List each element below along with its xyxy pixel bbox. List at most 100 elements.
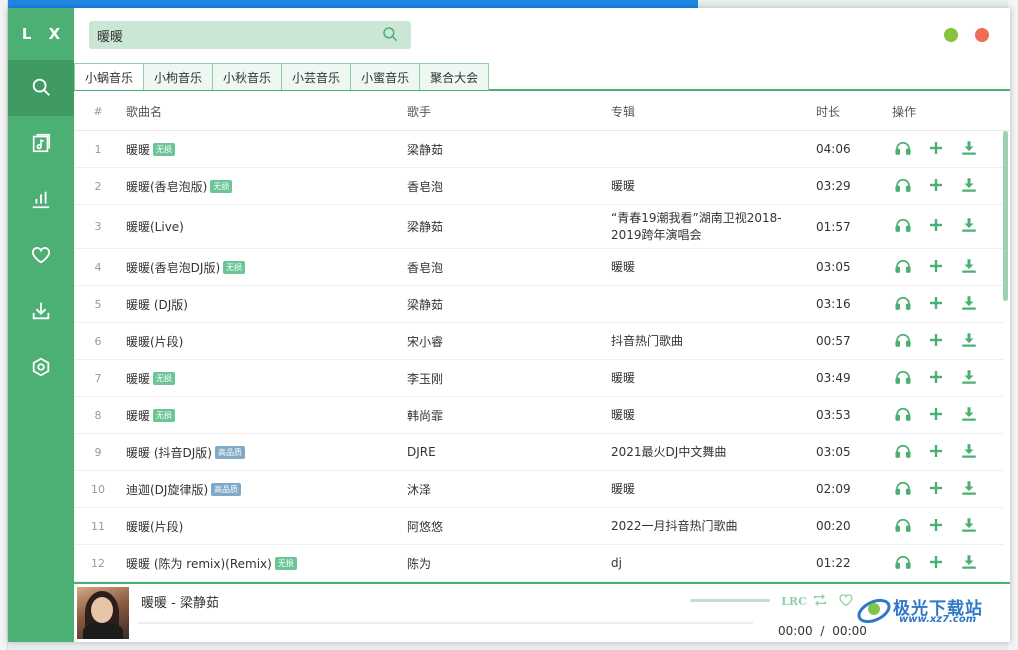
download-button[interactable]: [953, 176, 986, 197]
tab-source-2[interactable]: 小枸音乐: [143, 63, 214, 90]
download-button[interactable]: [953, 516, 986, 537]
album-cell: [611, 286, 807, 322]
tab-source-5[interactable]: 小蜜音乐: [350, 63, 421, 90]
loop-button[interactable]: [811, 592, 829, 610]
row-number: 9: [94, 445, 102, 459]
listen-button[interactable]: [886, 442, 919, 463]
progress-bar[interactable]: [138, 622, 753, 624]
listen-button[interactable]: [886, 331, 919, 352]
table-row[interactable]: 11 暖暖(片段) 阿悠悠 2022一月抖音热门歌曲 00:20: [74, 508, 1004, 545]
listen-button[interactable]: [886, 405, 919, 426]
download-button[interactable]: [953, 368, 986, 389]
table-row[interactable]: 2 暖暖(香皂泡版) 无损 香皂泡 暖暖 03:29: [74, 168, 1004, 205]
table-row[interactable]: 5 暖暖 (DJ版) 梁静茹 03:16: [74, 286, 1004, 323]
song-name-cell: 暖暖 (DJ版): [126, 286, 396, 322]
duration: 03:49: [816, 371, 851, 385]
album: “青春19潮我看”湖南卫视2018-2019跨年演唱会: [611, 210, 782, 242]
table-row[interactable]: 7 暖暖 无损 李玉刚 暖暖 03:49: [74, 360, 1004, 397]
listen-button[interactable]: [886, 516, 919, 537]
favorite-button[interactable]: [837, 592, 855, 610]
list-scrollbar[interactable]: [1003, 131, 1008, 301]
sidebar-item-favorites[interactable]: [8, 228, 74, 284]
minimize-button[interactable]: [944, 28, 958, 42]
song-name: 暖暖(Live): [126, 220, 184, 234]
row-actions: [886, 168, 986, 204]
row-number: 11: [91, 519, 105, 533]
add-button[interactable]: [919, 176, 952, 197]
watermark-url: www.xz7.com: [899, 614, 977, 625]
download-button[interactable]: [953, 553, 986, 574]
heart-icon: [838, 592, 854, 611]
current-time: 00:00: [778, 624, 813, 638]
listen-button[interactable]: [886, 176, 919, 197]
add-button[interactable]: [919, 257, 952, 278]
add-button[interactable]: [919, 331, 952, 352]
duration: 00:20: [816, 519, 851, 533]
row-actions: [886, 205, 986, 248]
quality-badge: 高品质: [211, 482, 242, 496]
table-row[interactable]: 6 暖暖(片段) 宋小睿 抖音热门歌曲 00:57: [74, 323, 1004, 360]
download-button[interactable]: [953, 405, 986, 426]
listen-button[interactable]: [886, 139, 919, 160]
album-cover[interactable]: [77, 587, 129, 639]
quality-badge: 无损: [210, 179, 233, 193]
header-name: 歌曲名: [126, 105, 163, 119]
table-row[interactable]: 3 暖暖(Live) 梁静茹 “青春19潮我看”湖南卫视2018-2019跨年演…: [74, 205, 1004, 249]
album: 2022一月抖音热门歌曲: [611, 518, 738, 533]
download-icon: [960, 553, 978, 574]
download-button[interactable]: [953, 479, 986, 500]
add-button[interactable]: [919, 479, 952, 500]
sidebar-item-songlist[interactable]: [8, 116, 74, 172]
table-row[interactable]: 12 暖暖 (陈为 remix)(Remix) 无损 陈为 dj 01:22: [74, 545, 1004, 582]
album-cell: 暖暖: [611, 168, 807, 204]
listen-button[interactable]: [886, 479, 919, 500]
tab-source-3[interactable]: 小秋音乐: [212, 63, 283, 90]
add-button[interactable]: [919, 405, 952, 426]
search-box: [89, 21, 411, 49]
add-button[interactable]: [919, 442, 952, 463]
table-row[interactable]: 8 暖暖 无损 韩尚霏 暖暖 03:53: [74, 397, 1004, 434]
download-button[interactable]: [953, 442, 986, 463]
close-button[interactable]: [975, 28, 989, 42]
sidebar-item-search[interactable]: [8, 60, 74, 116]
song-name: 迪迦(DJ旋律版): [126, 482, 209, 497]
row-actions: [886, 508, 986, 544]
table-row[interactable]: 4 暖暖(香皂泡DJ版) 无损 香皂泡 暖暖 03:05: [74, 249, 1004, 286]
table-row[interactable]: 10 迪迦(DJ旋律版) 高品质 沐泽 暖暖 02:09: [74, 471, 1004, 508]
listen-button[interactable]: [886, 553, 919, 574]
listen-button[interactable]: [886, 294, 919, 315]
download-button[interactable]: [953, 139, 986, 160]
download-button[interactable]: [953, 294, 986, 315]
row-actions: [886, 323, 986, 359]
album-cell: 暖暖: [611, 397, 807, 433]
download-icon: [960, 216, 978, 237]
add-button[interactable]: [919, 368, 952, 389]
song-name-cell: 暖暖 (陈为 remix)(Remix) 无损: [126, 545, 396, 581]
top-bar: [74, 8, 1010, 60]
volume-slider[interactable]: [690, 599, 770, 602]
listen-button[interactable]: [886, 368, 919, 389]
listen-button[interactable]: [886, 216, 919, 237]
search-button[interactable]: [375, 21, 405, 49]
add-button[interactable]: [919, 516, 952, 537]
add-button[interactable]: [919, 216, 952, 237]
tab-source-1[interactable]: 小蜗音乐: [74, 63, 145, 90]
add-button[interactable]: [919, 139, 952, 160]
add-button[interactable]: [919, 553, 952, 574]
download-button[interactable]: [953, 331, 986, 352]
download-button[interactable]: [953, 257, 986, 278]
album: 暖暖: [611, 259, 636, 274]
table-row[interactable]: 1 暖暖 无损 梁静茹 04:06: [74, 131, 1004, 168]
singer: 宋小睿: [407, 334, 444, 349]
sidebar-item-leaderboard[interactable]: [8, 172, 74, 228]
lyrics-button[interactable]: LRC: [781, 592, 807, 610]
add-button[interactable]: [919, 294, 952, 315]
tab-source-6[interactable]: 聚合大会: [419, 63, 490, 90]
tab-source-4[interactable]: 小芸音乐: [281, 63, 352, 90]
sidebar-item-settings[interactable]: [8, 340, 74, 396]
download-button[interactable]: [953, 216, 986, 237]
table-row[interactable]: 9 暖暖 (抖音DJ版) 高品质 DJRE 2021最火DJ中文舞曲 03:05: [74, 434, 1004, 471]
search-input[interactable]: [89, 21, 375, 49]
sidebar-item-download[interactable]: [8, 284, 74, 340]
listen-button[interactable]: [886, 257, 919, 278]
